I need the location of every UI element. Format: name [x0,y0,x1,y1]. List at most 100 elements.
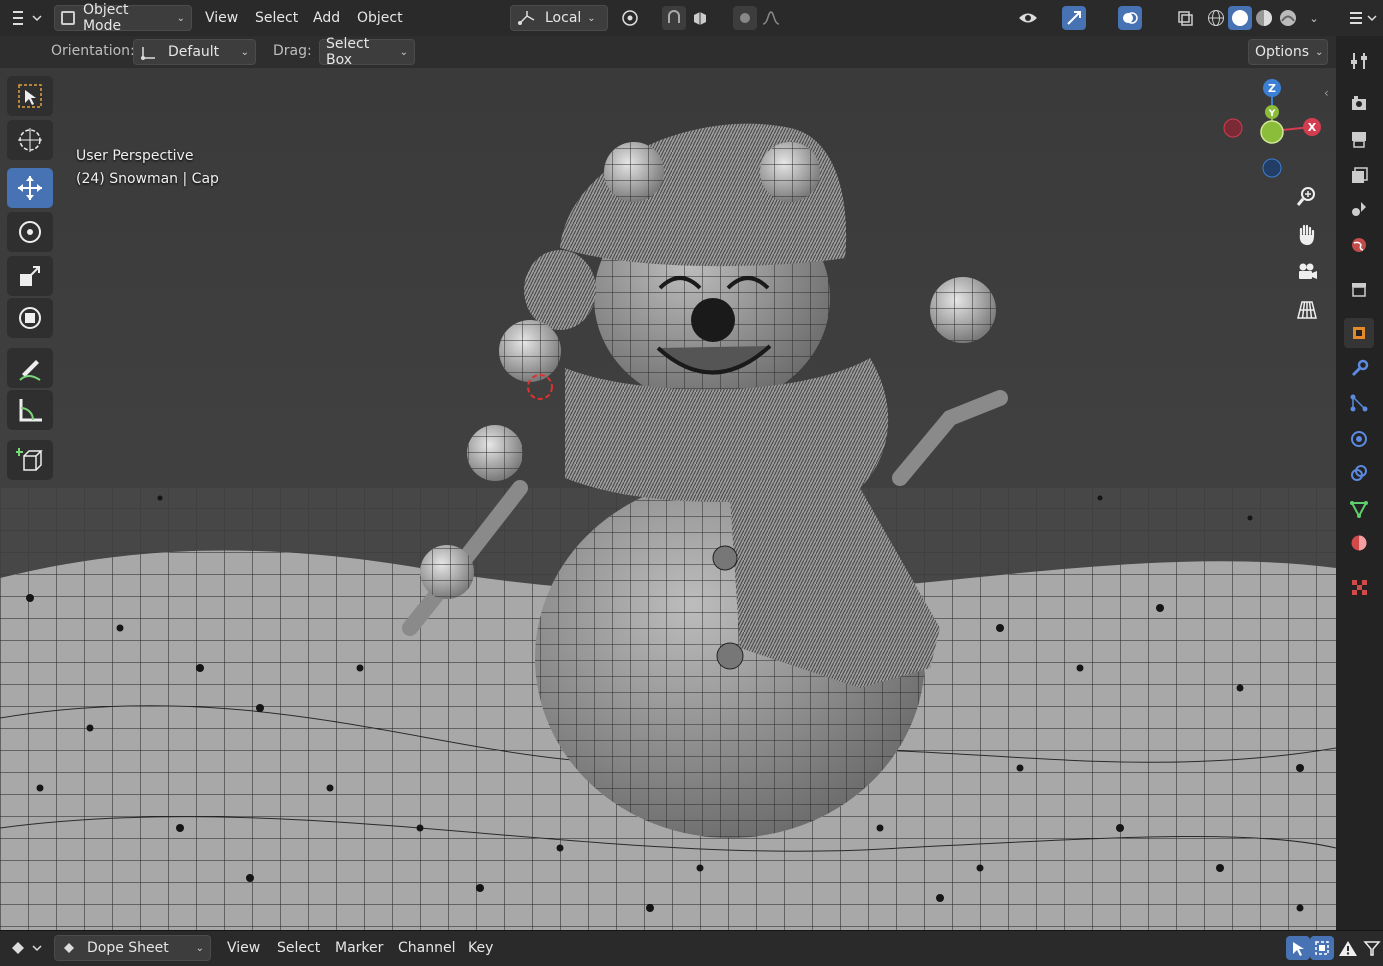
menu-view[interactable]: View [197,5,246,31]
pivot-point-icon[interactable] [618,6,642,30]
wireframe-shading-icon[interactable] [1204,6,1228,30]
footer-menu-select[interactable]: Select [269,935,328,961]
rotate-icon [19,221,41,243]
3d-viewport[interactable]: User Perspective (24) Snowman | Cap Z X … [0,68,1336,930]
dope-sheet-mode-dropdown[interactable]: Dope Sheet ⌄ [54,935,211,961]
move-tool[interactable] [7,168,53,208]
chevron-down-icon: ⌄ [587,12,596,24]
material-properties-icon[interactable] [1344,528,1374,558]
editor-type-button[interactable] [8,6,46,30]
xray-toggle-icon[interactable] [1173,6,1197,30]
chevron-down-icon: ⌄ [240,46,249,58]
gizmo-y-label: Y [1268,109,1276,119]
menu-add[interactable]: Add [305,5,348,31]
footer-menu-channel[interactable]: Channel [390,935,463,961]
drag-value: Select Box [326,36,370,68]
orientation-dropdown[interactable]: Default ⌄ [133,39,256,65]
constraint-properties-icon[interactable] [1344,458,1374,488]
snap-toggle-icon[interactable] [662,6,686,30]
gizmo-neg-z-axis[interactable] [1262,158,1282,178]
render-properties-icon[interactable] [1344,88,1374,118]
scene-properties-icon[interactable] [1344,194,1374,224]
object-mode-icon [61,11,75,25]
footer-menu-view[interactable]: View [219,935,268,961]
zoom-icon[interactable] [1291,180,1323,212]
material-shading-icon[interactable] [1252,6,1276,30]
cursor-tool[interactable] [7,120,53,160]
transform-icon [19,307,41,329]
drag-label: Drag: [273,43,312,59]
proportional-edit-icon[interactable] [733,6,757,30]
solid-shading-icon[interactable] [1228,6,1252,30]
show-hidden-icon[interactable] [1310,936,1334,960]
gizmo-toggle-icon[interactable] [1062,6,1086,30]
filter-funnel-icon[interactable] [1362,936,1382,960]
cursor-icon [18,128,42,152]
measure-tool[interactable] [7,390,53,430]
pan-hand-icon[interactable] [1291,218,1323,250]
gizmo-neg-y-axis[interactable] [1260,120,1284,144]
add-cube-tool[interactable] [7,440,53,480]
view-name-label: User Perspective [76,148,194,164]
measure-ruler-icon [19,399,42,422]
modifier-properties-icon[interactable] [1344,354,1374,384]
overlays-toggle-icon[interactable] [1118,6,1142,30]
tool-settings-bar: Orientation: Default ⌄ Drag: Select Box … [0,36,1336,68]
footer-menu-key[interactable]: Key [460,935,501,961]
texture-properties-icon[interactable] [1344,572,1374,602]
mode-dropdown[interactable]: Object Mode ⌄ [54,2,192,34]
tool-properties-icon[interactable] [1344,46,1374,76]
perspective-grid-icon[interactable] [1291,294,1323,326]
gizmo-x-label: X [1308,121,1317,134]
properties-editor-type-icon[interactable] [1346,6,1380,30]
local-axes-icon [518,11,535,25]
scale-icon [20,266,40,286]
output-properties-icon[interactable] [1344,124,1374,154]
footer-menu-marker[interactable]: Marker [327,935,391,961]
viewport-info: User Perspective (24) Snowman | Cap [76,145,219,191]
orientation-value: Default [168,44,220,60]
scene-render [0,123,1336,930]
menu-select[interactable]: Select [247,5,306,31]
falloff-curve-icon[interactable] [759,6,783,30]
drag-dropdown[interactable]: Select Box ⌄ [319,36,415,68]
properties-tab-strip [1336,36,1383,930]
visibility-eye-icon[interactable] [1016,6,1040,30]
editor-label: Dope Sheet [87,940,169,956]
particle-properties-icon[interactable] [1344,388,1374,418]
transform-tool[interactable] [7,298,53,338]
orientation-axes-icon [141,47,155,60]
options-dropdown[interactable]: Options ⌄ [1248,39,1328,65]
chevron-down-icon: ⌄ [176,12,185,24]
chevron-down-icon[interactable]: ⌄ [1302,6,1326,30]
transform-orientation-dropdown[interactable]: Local ⌄ [510,5,608,31]
view-layer-properties-icon[interactable] [1344,160,1374,190]
snap-target-icon[interactable] [688,6,712,30]
physics-properties-icon[interactable] [1344,424,1374,454]
gizmo-neg-x-axis[interactable] [1223,118,1243,138]
navigation-gizmo[interactable]: Z X Y [1215,76,1336,186]
menu-object[interactable]: Object [349,5,411,31]
select-box-tool[interactable] [7,76,53,116]
rendered-shading-icon[interactable] [1276,6,1300,30]
move-arrows-icon [18,176,42,200]
object-properties-icon[interactable] [1344,318,1374,348]
editor-type-icon [13,11,42,25]
collection-properties-icon[interactable] [1344,274,1374,304]
chevron-down-icon: ⌄ [1315,46,1324,58]
rotate-tool[interactable] [7,212,53,252]
orientation-label: Orientation: [51,43,135,59]
chevron-down-icon: ⌄ [195,942,204,954]
scale-tool[interactable] [7,256,53,296]
warning-icon[interactable] [1336,936,1360,960]
sidebar-toggle-icon[interactable]: ‹ [1324,86,1329,100]
footer-editor-type-button[interactable] [8,936,46,960]
world-properties-icon[interactable] [1344,230,1374,260]
camera-view-icon[interactable] [1291,256,1323,288]
transform-orientation-label: Local [545,10,582,26]
data-properties-icon[interactable] [1344,494,1374,524]
only-selected-icon[interactable] [1286,936,1310,960]
gizmo-z-label: Z [1268,82,1276,95]
add-cube-icon [16,448,43,471]
annotate-tool[interactable] [7,348,53,388]
